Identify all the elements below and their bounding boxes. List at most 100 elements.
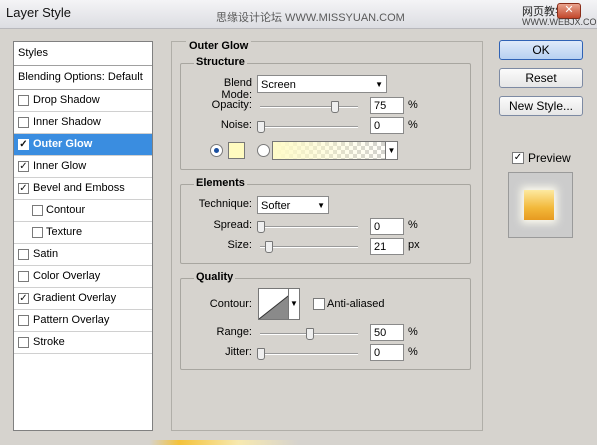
opacity-unit: % (408, 99, 418, 111)
outer-glow-panel: Outer Glow Structure Blend Mode: Screen … (171, 40, 483, 431)
style-item-label: Color Overlay (33, 270, 101, 282)
spread-input[interactable]: 0 (370, 218, 404, 235)
size-label: Size: (227, 239, 252, 251)
style-item[interactable]: Pattern Overlay (14, 310, 152, 332)
chevron-down-icon[interactable]: ▼ (385, 142, 397, 159)
preview-swatch (524, 190, 554, 220)
style-item-label: Pattern Overlay (33, 314, 110, 326)
style-item-label: Texture (46, 226, 83, 238)
structure-title: Structure (194, 56, 247, 68)
style-item-label: Inner Shadow (33, 116, 101, 128)
spread-unit: % (408, 219, 418, 231)
ok-button[interactable]: OK (499, 40, 583, 60)
anti-aliased-label: Anti-aliased (327, 298, 385, 310)
jitter-input[interactable]: 0 (370, 344, 404, 361)
opacity-slider-track[interactable] (260, 106, 358, 108)
noise-slider-thumb[interactable] (257, 121, 265, 133)
jitter-slider-track[interactable] (260, 353, 358, 355)
style-item-label: Drop Shadow (33, 94, 100, 106)
layer-style-dialog: Styles Blending Options: Default Drop Sh… (0, 29, 597, 445)
style-item[interactable]: ✓ Outer Glow (14, 134, 152, 156)
size-slider-thumb[interactable] (265, 241, 274, 253)
style-checkbox[interactable] (18, 117, 29, 128)
style-item[interactable]: ✓ Inner Glow (14, 156, 152, 178)
preview-checkbox[interactable]: ✓ (512, 152, 524, 164)
style-checkbox[interactable] (18, 315, 29, 326)
title-bar: Layer Style 思缘设计论坛 WWW.MISSYUAN.COM 网页教学… (0, 0, 597, 29)
size-unit: px (408, 239, 420, 251)
style-item[interactable]: Texture (14, 222, 152, 244)
anti-aliased-checkbox[interactable] (313, 298, 325, 310)
style-checkbox[interactable]: ✓ (18, 139, 29, 150)
style-item[interactable]: Satin (14, 244, 152, 266)
style-item-label: Stroke (33, 336, 65, 348)
blend-mode-select[interactable]: Screen ▼ (257, 75, 387, 93)
technique-select[interactable]: Softer ▼ (257, 196, 329, 214)
glow-color-swatch[interactable] (228, 142, 245, 159)
style-checkbox[interactable] (32, 227, 43, 238)
style-item[interactable]: Inner Shadow (14, 112, 152, 134)
style-item[interactable]: ✓ Bevel and Emboss (14, 178, 152, 200)
jitter-slider-thumb[interactable] (257, 348, 265, 360)
gradient-radio[interactable] (257, 144, 270, 157)
blending-options-item[interactable]: Blending Options: Default (14, 66, 152, 90)
style-item[interactable]: ✓ Gradient Overlay (14, 288, 152, 310)
noise-input[interactable]: 0 (370, 117, 404, 134)
style-item-label: Contour (46, 204, 86, 216)
chevron-down-icon: ▼ (317, 201, 325, 210)
style-item-label: Outer Glow (33, 138, 93, 150)
contour-label: Contour: (209, 298, 252, 310)
noise-slider-track[interactable] (260, 126, 358, 128)
watermark-url: WWW.WEBJX.COM (522, 17, 597, 27)
style-item-label: Satin (33, 248, 59, 260)
styles-panel: Styles Blending Options: Default Drop Sh… (13, 41, 153, 431)
noise-label: Noise: (220, 119, 252, 131)
style-checkbox[interactable] (18, 337, 29, 348)
size-input[interactable]: 21 (370, 238, 404, 255)
chevron-down-icon[interactable]: ▼ (288, 288, 300, 320)
spread-label: Spread: (213, 219, 252, 231)
style-checkbox[interactable]: ✓ (18, 183, 29, 194)
style-item[interactable]: Contour (14, 200, 152, 222)
styles-header[interactable]: Styles (14, 42, 152, 66)
range-input[interactable]: 50 (370, 324, 404, 341)
style-item-label: Bevel and Emboss (33, 182, 125, 194)
outer-glow-title: Outer Glow (186, 40, 252, 52)
range-unit: % (408, 326, 418, 338)
reset-button[interactable]: Reset (499, 68, 583, 88)
style-checkbox[interactable] (32, 205, 43, 216)
chevron-down-icon: ▼ (375, 80, 383, 89)
technique-value: Softer (261, 200, 291, 212)
elements-title: Elements (194, 177, 247, 189)
style-item[interactable]: Drop Shadow (14, 90, 152, 112)
style-checkbox[interactable]: ✓ (18, 161, 29, 172)
noise-unit: % (408, 119, 418, 131)
technique-label: Technique: (198, 198, 252, 210)
new-style-button[interactable]: New Style... (499, 96, 583, 116)
opacity-input[interactable]: 75 (370, 97, 404, 114)
style-checkbox[interactable] (18, 271, 29, 282)
style-checkbox[interactable]: ✓ (18, 293, 29, 304)
solid-color-radio[interactable] (210, 144, 223, 157)
style-checkbox[interactable] (18, 95, 29, 106)
style-item-label: Gradient Overlay (33, 292, 117, 304)
watermark-left: 思缘设计论坛 WWW.MISSYUAN.COM (216, 12, 405, 24)
window-title: Layer Style (6, 5, 72, 20)
spread-slider-track[interactable] (260, 226, 358, 228)
style-item-label: Inner Glow (33, 160, 87, 172)
style-checkbox[interactable] (18, 249, 29, 260)
opacity-label: Opacity: (211, 99, 252, 111)
opacity-slider-thumb[interactable] (330, 101, 339, 113)
blend-mode-label: Blend Mode: (221, 77, 252, 101)
spread-slider-thumb[interactable] (257, 221, 265, 233)
style-item[interactable]: Color Overlay (14, 266, 152, 288)
jitter-label: Jitter: (225, 346, 252, 358)
preview-label: Preview (528, 151, 571, 165)
style-item[interactable]: Stroke (14, 332, 152, 354)
gradient-picker[interactable]: ▼ (272, 141, 398, 160)
blend-mode-value: Screen (261, 79, 296, 91)
size-slider-track[interactable] (260, 246, 358, 248)
preview-thumbnail (508, 172, 573, 238)
range-slider-thumb[interactable] (306, 328, 314, 340)
background-strip (0, 440, 597, 445)
